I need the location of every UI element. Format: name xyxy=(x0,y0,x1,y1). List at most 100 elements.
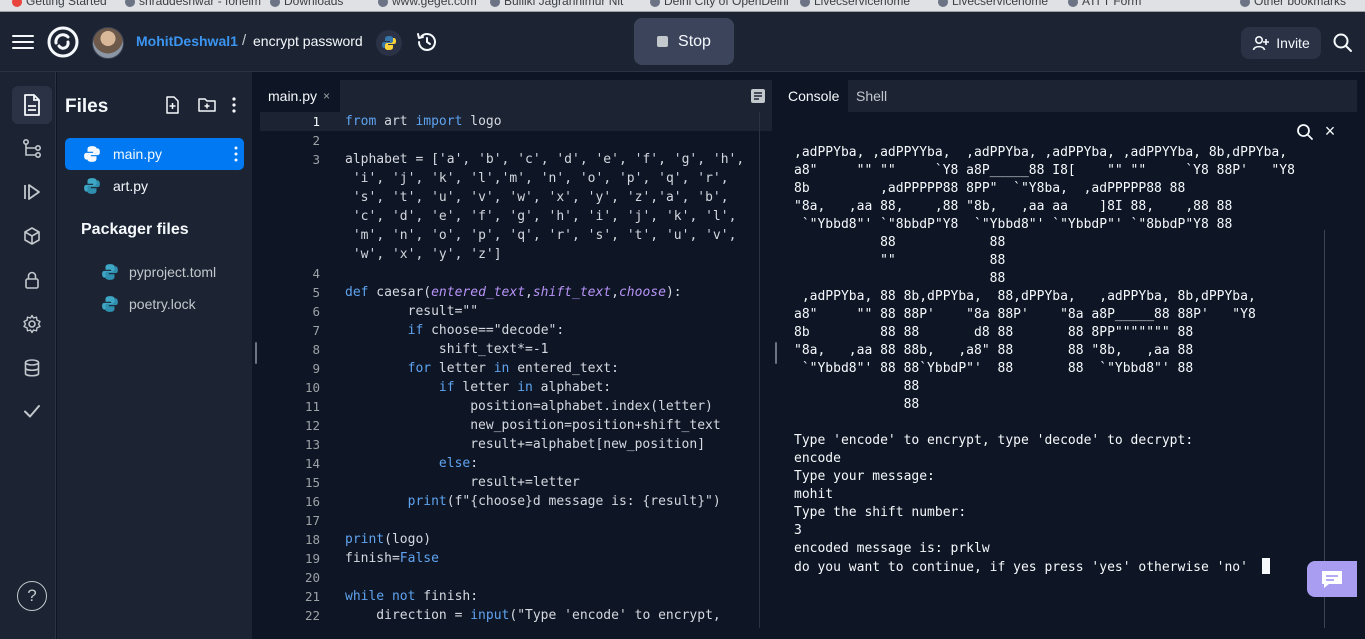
files-options-icon[interactable] xyxy=(227,95,247,115)
code-line[interactable]: 'i', 'j', 'k', 'l','m', 'n', 'o', 'p', '… xyxy=(260,169,772,188)
code-line[interactable]: 9 for letter in entered_text: xyxy=(260,359,772,378)
code-line[interactable]: 18 print(logo) xyxy=(260,530,772,549)
console-line: mohit xyxy=(794,487,834,502)
python-language-icon[interactable] xyxy=(376,30,402,56)
git-tool-button[interactable] xyxy=(12,129,52,167)
file-item-poetry-lock[interactable]: poetry.lock xyxy=(101,292,196,316)
bookmark-item[interactable]: Getting Started xyxy=(12,0,107,8)
code-line[interactable]: 'c', 'd', 'e', 'f', 'g', 'h', 'i', 'j', … xyxy=(260,207,772,226)
file-item-main-py[interactable]: main.py xyxy=(65,138,244,170)
file-item-art-py[interactable]: art.py xyxy=(65,170,244,202)
line-number: 19 xyxy=(304,551,320,566)
code-line[interactable]: 's', 't', 'u', 'v', 'w', 'x', 'y', 'z','… xyxy=(260,188,772,207)
editor-menu-icon[interactable] xyxy=(750,88,766,104)
console-line: 88 xyxy=(794,271,1006,286)
file-options-icon[interactable] xyxy=(234,146,238,162)
code-line[interactable]: 13 result+=alphabet[new_position] xyxy=(260,435,772,454)
code-line[interactable]: 4 xyxy=(260,264,772,283)
console-output[interactable]: ,adPPYba, ,adPPYYba, ,adPPYba, ,adPPYba,… xyxy=(794,144,1334,576)
database-tool-button[interactable] xyxy=(12,349,52,387)
stop-button[interactable]: Stop xyxy=(634,18,734,65)
console-search-icon[interactable] xyxy=(1295,122,1315,142)
bookmark-item[interactable]: shraddeshwar - fohelm xyxy=(125,0,261,8)
bookmark-item[interactable]: Bulliki Jagranhimur Nit xyxy=(490,0,623,8)
bookmark-favicon-icon xyxy=(1068,0,1078,7)
python-file-icon xyxy=(102,296,118,312)
tab-shell[interactable]: Shell xyxy=(848,80,895,112)
bookmark-item[interactable]: www.geget.com xyxy=(378,0,477,8)
packages-tool-button[interactable] xyxy=(12,217,52,255)
settings-tool-button[interactable] xyxy=(12,305,52,343)
line-number: 1 xyxy=(312,114,320,129)
code-line[interactable]: 14 else: xyxy=(260,454,772,473)
tab-console[interactable]: Console xyxy=(780,80,848,112)
code-text: def caesar(entered_text,shift_text,choos… xyxy=(345,285,682,300)
console-line: `"Ybbd8"' `"8bbdP"Y8 `"Ybbd8"' `"YbbdP"'… xyxy=(794,217,1233,232)
bookmark-item[interactable]: Livecservicehome xyxy=(938,0,1048,8)
code-line[interactable]: 2 xyxy=(260,131,772,150)
line-number: 18 xyxy=(304,532,320,547)
stop-button-label: Stop xyxy=(678,32,711,50)
code-line[interactable]: 5 def caesar(entered_text,shift_text,choo… xyxy=(260,283,772,302)
bookmark-item[interactable]: Livecservicehome xyxy=(800,0,910,8)
code-line[interactable]: 19 finish=False xyxy=(260,549,772,568)
code-line[interactable]: 12 new_position=position+shift_text xyxy=(260,416,772,435)
code-line[interactable]: 17 xyxy=(260,511,772,530)
new-folder-icon[interactable] xyxy=(197,95,217,115)
new-file-icon[interactable] xyxy=(163,95,183,115)
debugger-tool-button[interactable] xyxy=(12,173,52,211)
menu-icon[interactable] xyxy=(12,31,34,53)
code-line[interactable]: 'm', 'n', 'o', 'p', 'q', 'r', 's', 't', … xyxy=(260,226,772,245)
chat-button[interactable] xyxy=(1307,561,1357,597)
console-line: `"Ybbd8"' 88 88`YbbdP"' 88 88 `"Ybbd8"' … xyxy=(794,361,1194,376)
code-line[interactable]: 'w', 'x', 'y', 'z'] xyxy=(260,245,772,264)
tests-tool-button[interactable] xyxy=(12,392,52,430)
bookmark-favicon-icon xyxy=(938,0,948,7)
code-line[interactable]: 3 alphabet = ['a', 'b', 'c', 'd', 'e', 'f… xyxy=(260,150,772,169)
bookmark-item[interactable]: ATI T Form xyxy=(1068,0,1141,8)
close-icon[interactable]: × xyxy=(323,89,330,103)
code-line[interactable]: 22 direction = input("Type 'encode' to e… xyxy=(260,606,772,625)
code-line[interactable]: 8 shift_text*=-1 xyxy=(260,340,772,359)
breadcrumb-repl-name[interactable]: encrypt password xyxy=(253,33,363,49)
search-icon[interactable] xyxy=(1331,31,1355,55)
console-line: do you want to continue, if yes press 'y… xyxy=(794,558,1334,576)
breadcrumb-user[interactable]: MohitDeshwal1 xyxy=(136,33,238,49)
files-tool-button[interactable] xyxy=(12,86,52,124)
help-icon[interactable]: ? xyxy=(17,581,47,611)
tab-main-py[interactable]: main.py × xyxy=(260,80,340,112)
close-icon[interactable]: × xyxy=(1320,121,1340,141)
code-line[interactable]: 16 print(f"{choose}d message is: {result… xyxy=(260,492,772,511)
editor-scrollbar[interactable] xyxy=(759,112,772,628)
file-item-label: art.py xyxy=(113,178,149,194)
code-line[interactable]: 11 position=alphabet.index(letter) xyxy=(260,397,772,416)
code-line[interactable]: 10 if letter in alphabet: xyxy=(260,378,772,397)
code-line[interactable]: 7 if choose=="decode": xyxy=(260,321,772,340)
bookmark-item[interactable]: Other bookmarks xyxy=(1240,0,1346,8)
code-line[interactable]: 21 while not finish: xyxy=(260,587,772,606)
avatar[interactable] xyxy=(92,27,124,59)
database-icon xyxy=(24,359,40,377)
bookmark-item[interactable]: Delhi City of OpenDelhi xyxy=(650,0,789,8)
replit-logo-icon[interactable] xyxy=(47,26,79,58)
bookmark-item[interactable]: Downloads xyxy=(270,0,343,8)
console-line: "" 88 xyxy=(794,253,1006,268)
code-text: else: xyxy=(438,456,479,471)
invite-button-label: Invite xyxy=(1276,35,1310,51)
history-icon[interactable] xyxy=(414,29,440,55)
code-line[interactable]: 1 from art import logo xyxy=(260,112,772,131)
code-line[interactable]: 15 result+=letter xyxy=(260,473,772,492)
invite-button[interactable]: Invite xyxy=(1241,27,1321,59)
console-line: a8" "" "" `Y8 a8P_____88 I8[ "" "" `Y8 8… xyxy=(794,163,1295,178)
file-item-label: main.py xyxy=(113,146,163,162)
code-line[interactable]: 20 xyxy=(260,568,772,587)
python-file-icon xyxy=(102,264,118,280)
editor-console-splitter[interactable] xyxy=(775,342,777,364)
file-icon xyxy=(24,94,40,116)
secrets-tool-button[interactable] xyxy=(12,261,52,299)
files-editor-splitter[interactable] xyxy=(255,342,257,364)
code-text: position=alphabet.index(letter) xyxy=(345,399,713,414)
code-area[interactable]: 1 from art import logo 2 3 alphabet = ['a', … xyxy=(260,112,772,628)
file-item-pyproject-toml[interactable]: pyproject.toml xyxy=(101,260,216,284)
code-line[interactable]: 6 result="" xyxy=(260,302,772,321)
